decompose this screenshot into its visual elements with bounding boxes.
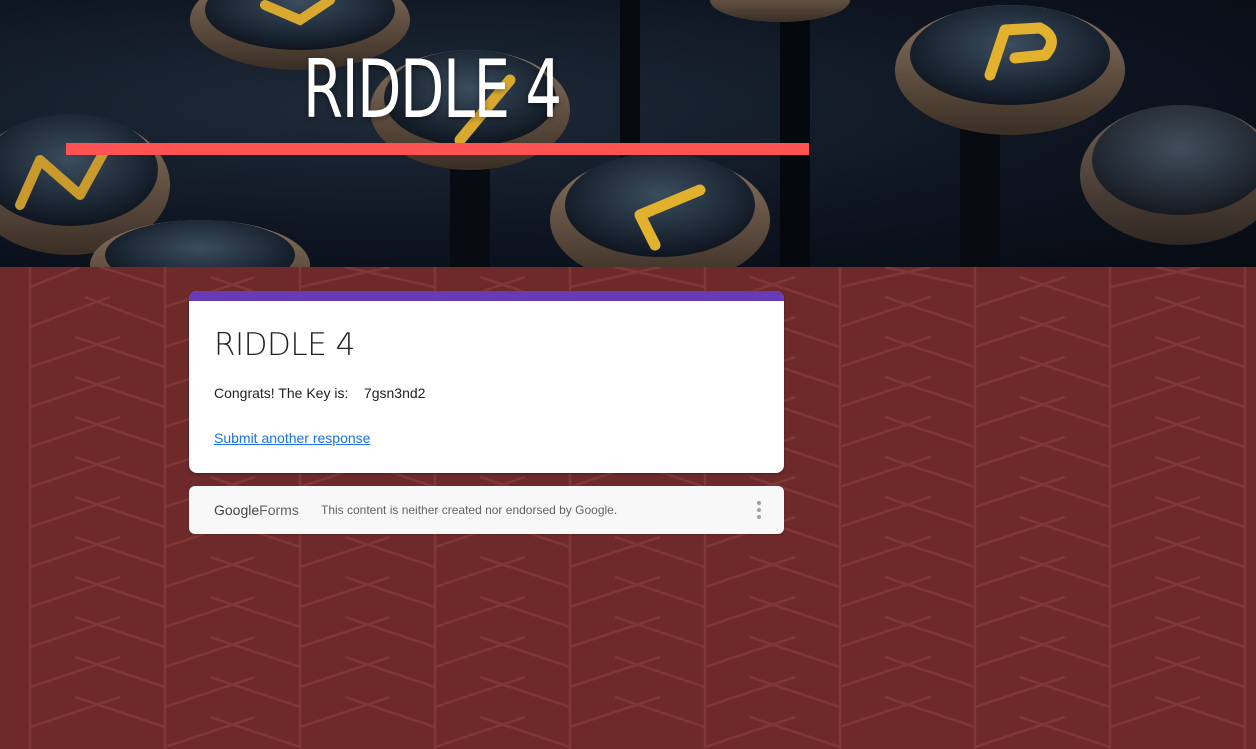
confirmation-message: Congrats! The Key is: 7gsn3nd2 xyxy=(214,385,426,401)
menu-dot xyxy=(757,501,761,505)
banner-underline xyxy=(66,143,809,155)
submit-another-response-link[interactable]: Submit another response xyxy=(214,430,370,446)
logo-google-text: Google xyxy=(214,502,260,518)
menu-dot xyxy=(757,515,761,519)
header-banner: RIDDLE 4 xyxy=(0,0,1256,267)
logo-forms-text: Forms xyxy=(259,502,299,518)
google-forms-logo[interactable]: GoogleForms xyxy=(214,502,299,518)
typewriter-keys-image xyxy=(0,0,1256,267)
disclaimer-text: This content is neither created nor endo… xyxy=(321,503,618,517)
form-title: RIDDLE 4 xyxy=(214,327,355,363)
menu-dot xyxy=(757,508,761,512)
banner-title: RIDDLE 4 xyxy=(303,43,562,136)
card-accent-bar xyxy=(189,291,784,301)
footer-card: GoogleForms This content is neither crea… xyxy=(189,486,784,534)
more-vert-icon[interactable] xyxy=(749,498,769,522)
confirmation-card: RIDDLE 4 Congrats! The Key is: 7gsn3nd2 … xyxy=(189,291,784,473)
